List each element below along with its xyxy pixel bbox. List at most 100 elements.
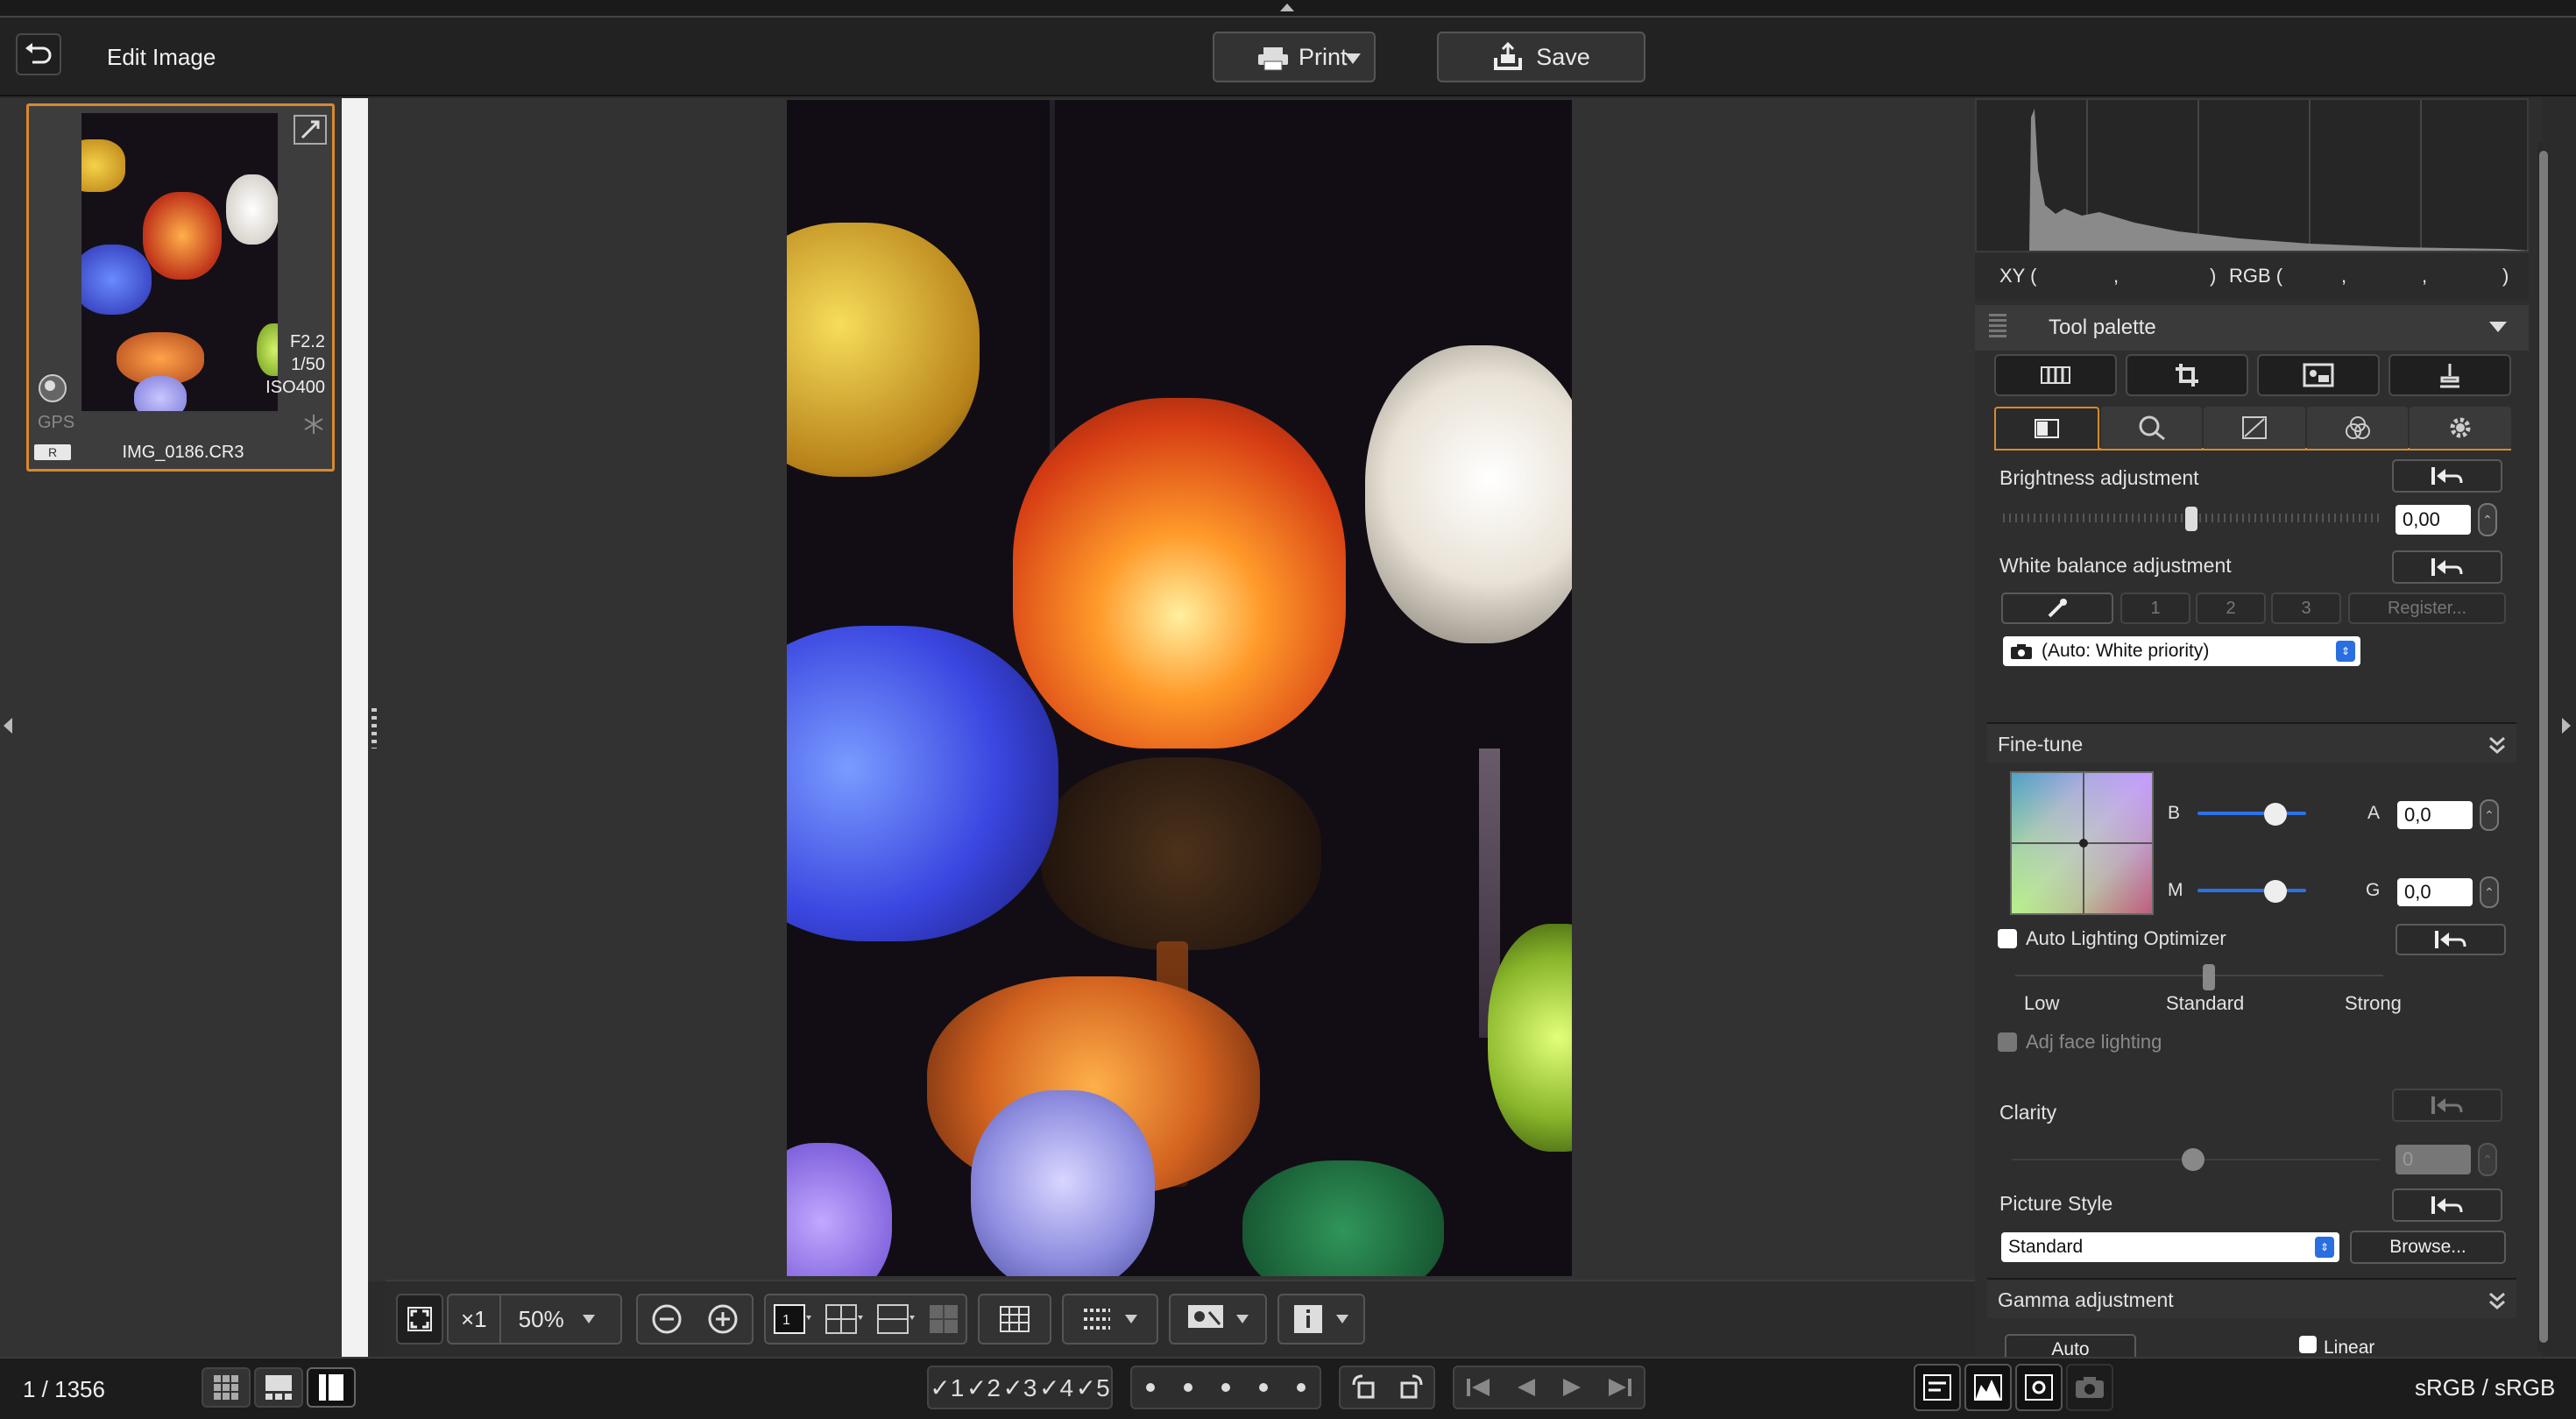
split-view-icon[interactable]	[876, 1303, 915, 1335]
back-button[interactable]	[16, 33, 61, 75]
picture-style-reset-button[interactable]	[2392, 1188, 2502, 1222]
wb-register-button[interactable]: Register...	[2348, 592, 2506, 624]
expand-icon[interactable]	[294, 115, 327, 145]
collapse-section-icon[interactable]	[2487, 1290, 2508, 1311]
fine-tune-header[interactable]: Fine-tune	[1987, 722, 2516, 763]
white-balance-select[interactable]: (Auto: White priority) ⇕	[2003, 636, 2360, 666]
clarity-stepper[interactable]: ⌃	[2478, 1143, 2497, 1176]
clarity-slider-knob[interactable]	[2182, 1148, 2204, 1171]
edit-view-button[interactable]	[307, 1367, 356, 1408]
picture-style-select[interactable]: Standard ⇕	[2001, 1232, 2339, 1262]
face-lighting-checkbox[interactable]	[1998, 1032, 2017, 1052]
eyedropper-button[interactable]	[2001, 592, 2113, 624]
display-mode-1-button[interactable]	[1914, 1364, 1961, 1411]
rating-2-icon[interactable]: ✓2	[966, 1373, 1001, 1402]
rating-4-icon[interactable]: ✓4	[1039, 1373, 1073, 1402]
ba-value[interactable]: 0,0	[2397, 801, 2473, 829]
alo-slider[interactable]	[2015, 975, 2383, 976]
next-image-icon[interactable]	[1560, 1377, 1586, 1398]
wb-slot-3[interactable]: 3	[2271, 592, 2341, 624]
crop-category[interactable]	[2126, 354, 2248, 396]
warning-dropdown-icon[interactable]	[1235, 1314, 1249, 1324]
rating-1-icon[interactable]: ✓1	[930, 1373, 964, 1402]
dust-category[interactable]	[2257, 354, 2380, 396]
drag-grip[interactable]	[1989, 314, 2006, 340]
ba-slider[interactable]	[2197, 812, 2306, 815]
af-point-button[interactable]	[1062, 1294, 1158, 1345]
stamp-category[interactable]	[2388, 354, 2511, 396]
mg-value[interactable]: 0,0	[2397, 878, 2473, 906]
star-2-icon[interactable]	[1184, 1383, 1193, 1392]
wb-slot-1[interactable]: 1	[2120, 592, 2190, 624]
tab-detail[interactable]	[2100, 407, 2203, 449]
print-button[interactable]: Print	[1213, 32, 1376, 82]
brightness-slider-knob[interactable]	[2185, 507, 2197, 531]
tab-color[interactable]	[2306, 407, 2409, 449]
palette-menu-icon[interactable]	[2488, 321, 2508, 333]
single-view-icon[interactable]: 1	[773, 1303, 811, 1335]
color-grid[interactable]	[2010, 771, 2154, 915]
last-image-icon[interactable]	[1607, 1377, 1633, 1398]
alo-slider-knob[interactable]	[2203, 964, 2215, 990]
zoom-out-icon[interactable]	[651, 1303, 683, 1335]
splitter-handle[interactable]	[372, 708, 377, 749]
zoom-x1-button[interactable]: ×1	[461, 1306, 487, 1333]
clarity-reset-button[interactable]	[2392, 1089, 2502, 1122]
basic-adjust-category[interactable]	[1994, 354, 2117, 396]
star-1-icon[interactable]	[1146, 1383, 1156, 1392]
zoom-in-icon[interactable]	[707, 1303, 739, 1335]
previous-image-icon[interactable]	[1512, 1377, 1539, 1398]
thumbnail-view-button[interactable]	[202, 1367, 251, 1408]
ba-stepper[interactable]: ⌃	[2480, 799, 2499, 831]
mg-stepper[interactable]: ⌃	[2480, 876, 2499, 908]
star-5-icon[interactable]	[1296, 1383, 1306, 1392]
collapse-section-icon[interactable]	[2487, 734, 2508, 756]
multi-view-icon[interactable]	[928, 1303, 959, 1335]
gamma-auto-button[interactable]: Auto	[2005, 1334, 2136, 1357]
white-balance-reset-button[interactable]	[2392, 550, 2502, 584]
first-image-icon[interactable]	[1465, 1377, 1491, 1398]
linear-checkbox[interactable]	[2299, 1336, 2317, 1353]
rating-icon[interactable]	[38, 373, 67, 403]
collapse-right-icon[interactable]	[2560, 717, 2572, 734]
wb-slot-2[interactable]: 2	[2196, 592, 2266, 624]
compare-view-icon[interactable]	[824, 1303, 863, 1335]
tool-palette-header[interactable]: Tool palette	[1975, 305, 2529, 351]
brightness-stepper[interactable]: ⌃	[2478, 503, 2497, 536]
mg-slider[interactable]	[2197, 889, 2306, 892]
star-3-icon[interactable]	[1221, 1383, 1230, 1392]
preview-view-button[interactable]	[254, 1367, 303, 1408]
alo-reset-button[interactable]	[2396, 924, 2506, 955]
highlight-warning-button[interactable]	[1169, 1294, 1267, 1345]
camera-mode-button[interactable]	[2066, 1364, 2113, 1411]
rating-3-icon[interactable]: ✓3	[1002, 1373, 1037, 1402]
info-dropdown-icon[interactable]	[1335, 1314, 1349, 1324]
brightness-value[interactable]: 0,00	[2396, 505, 2471, 535]
display-mode-2-button[interactable]	[1964, 1364, 2012, 1411]
fit-to-screen-button[interactable]	[396, 1294, 443, 1345]
collapse-top-icon[interactable]	[1279, 2, 1295, 12]
grid-button[interactable]	[978, 1294, 1051, 1345]
save-button[interactable]: Save	[1437, 32, 1645, 82]
tab-basic[interactable]	[1994, 407, 2099, 449]
rotate-left-icon[interactable]	[1350, 1374, 1378, 1401]
rating-5-icon[interactable]: ✓5	[1076, 1373, 1110, 1402]
tab-curve[interactable]	[2204, 407, 2305, 449]
zoom-dropdown-icon[interactable]	[582, 1314, 596, 1324]
browse-button[interactable]: Browse...	[2350, 1231, 2506, 1264]
clarity-value[interactable]: 0	[2396, 1145, 2471, 1174]
right-scrollbar[interactable]	[2537, 142, 2550, 1352]
mg-slider-knob[interactable]	[2264, 880, 2287, 903]
star-4-icon[interactable]	[1258, 1383, 1268, 1392]
display-mode-3-button[interactable]	[2015, 1364, 2063, 1411]
brightness-reset-button[interactable]	[2392, 459, 2502, 493]
alo-checkbox[interactable]	[1998, 929, 2017, 948]
brightness-slider[interactable]	[2003, 507, 2383, 531]
rotate-right-icon[interactable]	[1397, 1374, 1425, 1401]
main-photo[interactable]	[787, 100, 1572, 1276]
tab-settings[interactable]	[2410, 407, 2511, 449]
ba-slider-knob[interactable]	[2264, 803, 2287, 826]
zoom-value[interactable]: 50%	[519, 1306, 564, 1333]
collapse-left-icon[interactable]	[2, 717, 14, 734]
af-dropdown-icon[interactable]	[1124, 1314, 1138, 1324]
